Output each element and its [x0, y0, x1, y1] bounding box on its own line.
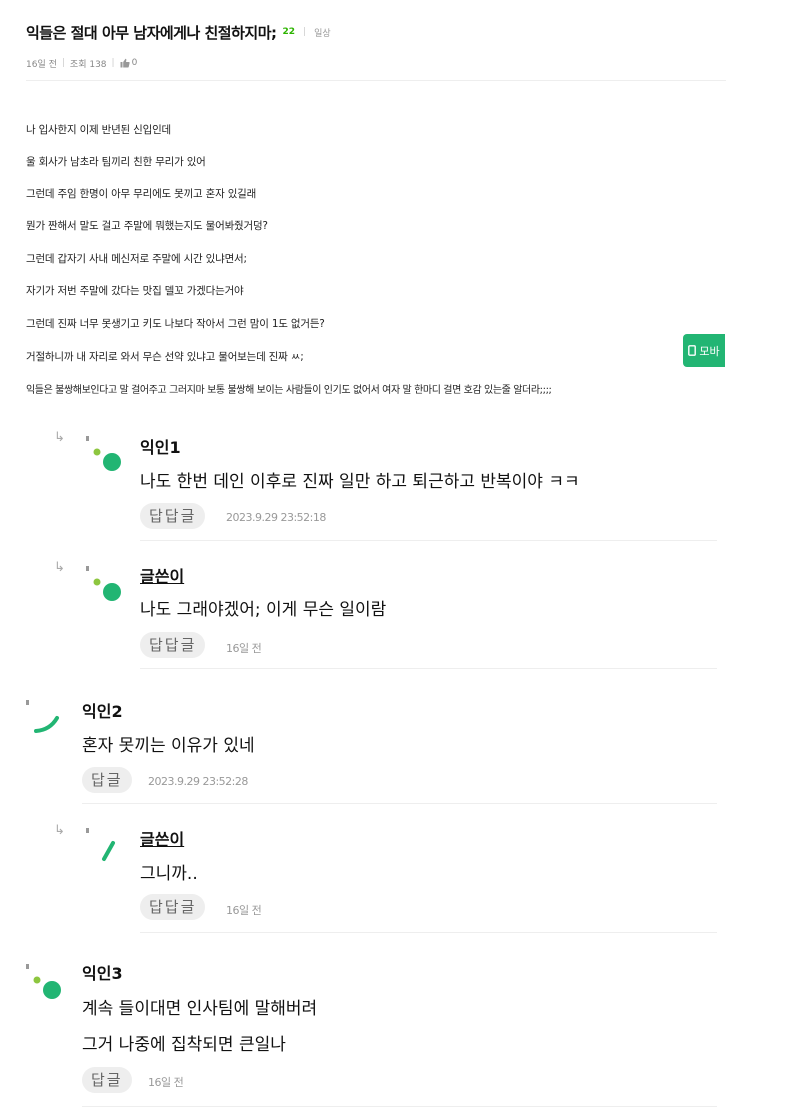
post-header: 익들은 절대 아무 남자에게나 친절하지마; 22 | 일상 16일 전 | 조… [26, 20, 726, 70]
comment-text: 그니까.. [140, 864, 198, 884]
comment-divider [140, 540, 717, 541]
comment-divider [82, 803, 717, 804]
post-body-line: 나 입사한지 이제 반년된 신입인데 [26, 124, 171, 136]
mobile-view-button[interactable]: 모바 [683, 334, 725, 367]
comment-time: 2023.9.29 23:52:28 [148, 775, 248, 788]
avatar [86, 566, 121, 601]
header-divider [26, 80, 726, 81]
comment-divider [82, 1106, 717, 1107]
post-likes: 0 [131, 58, 138, 68]
comment-author[interactable]: 익인3 [82, 960, 123, 984]
divider: | [111, 58, 115, 68]
avatar [86, 436, 121, 471]
avatar [26, 700, 59, 733]
divider: | [303, 27, 307, 37]
post-body-line: 뭔가 짠해서 말도 걸고 주말에 뭐했는지도 물어봐줬거덩? [26, 220, 268, 232]
post-views: 조회 138 [69, 59, 107, 70]
mobile-phone-icon [688, 345, 697, 356]
thumbs-up-icon[interactable] [120, 58, 130, 68]
comment-time: 16일 전 [226, 904, 262, 917]
post-body-line: 자기가 저번 주말에 갔다는 맛집 델꼬 가겠다는거야 [26, 285, 244, 297]
comment-divider [140, 668, 717, 669]
post-body-line: 그런데 주임 한명이 아무 무리에도 못끼고 혼자 있길래 [26, 188, 257, 200]
avatar [26, 964, 61, 999]
comment-count[interactable]: 22 [283, 27, 296, 37]
comment-text: 나도 한번 데인 이후로 진짜 일만 하고 퇴근하고 반복이야 ㅋㅋ [140, 472, 580, 492]
comment-time: 2023.9.29 23:52:18 [226, 511, 326, 524]
comment-text: 나도 그래야겠어; 이게 무슨 일이람 [140, 600, 387, 620]
reply-arrow-icon: ↳ [54, 823, 65, 838]
post-title: 익들은 절대 아무 남자에게나 친절하지마; [26, 23, 277, 42]
reply-button[interactable]: 답답글 [140, 503, 206, 529]
title-row: 익들은 절대 아무 남자에게나 친절하지마; 22 | 일상 [26, 20, 726, 44]
post-body-line: 익들은 불쌍해보인다고 말 걸어주고 그러지마 보통 불쌍해 보이는 사람들이 … [26, 385, 552, 396]
comment-author[interactable]: 익인1 [140, 434, 181, 458]
comment-time: 16일 전 [148, 1076, 184, 1089]
comment-divider [140, 932, 717, 933]
comment-author[interactable]: 글쓴이 [140, 563, 184, 587]
reply-arrow-icon: ↳ [54, 560, 65, 575]
comment-author[interactable]: 익인2 [82, 698, 123, 722]
post-category[interactable]: 일상 [314, 26, 331, 39]
comment-text: 계속 들이대면 인사팀에 말해버려 [82, 999, 318, 1019]
avatar [86, 828, 115, 861]
reply-button[interactable]: 답답글 [140, 894, 206, 920]
comment-author[interactable]: 글쓴이 [140, 826, 184, 850]
post-meta: 16일 전 | 조회 138 | 0 [26, 56, 726, 70]
post-time: 16일 전 [26, 59, 57, 70]
comment-text: 그거 나중에 집착되면 큰일나 [82, 1035, 286, 1055]
comment-time: 16일 전 [226, 642, 262, 655]
post-body-line: 그런데 갑자기 사내 메신저로 주말에 시간 있냐면서; [26, 253, 247, 265]
divider: | [61, 58, 65, 68]
reply-button[interactable]: 답글 [82, 767, 132, 793]
post-body-line: 울 회사가 남초라 팀끼리 친한 무리가 있어 [26, 156, 206, 168]
comment-text: 혼자 못끼는 이유가 있네 [82, 736, 255, 756]
reply-arrow-icon: ↳ [54, 430, 65, 445]
post-body-line: 그런데 진짜 너무 못생기고 키도 나보다 작아서 그런 맘이 1도 없거든? [26, 318, 325, 330]
reply-button[interactable]: 답답글 [140, 632, 206, 658]
mobile-button-label: 모바 [699, 344, 720, 358]
post-body-line: 거절하니까 내 자리로 와서 무슨 선약 있냐고 물어보는데 진짜 ㅆ; [26, 351, 304, 363]
reply-button[interactable]: 답글 [82, 1067, 132, 1093]
